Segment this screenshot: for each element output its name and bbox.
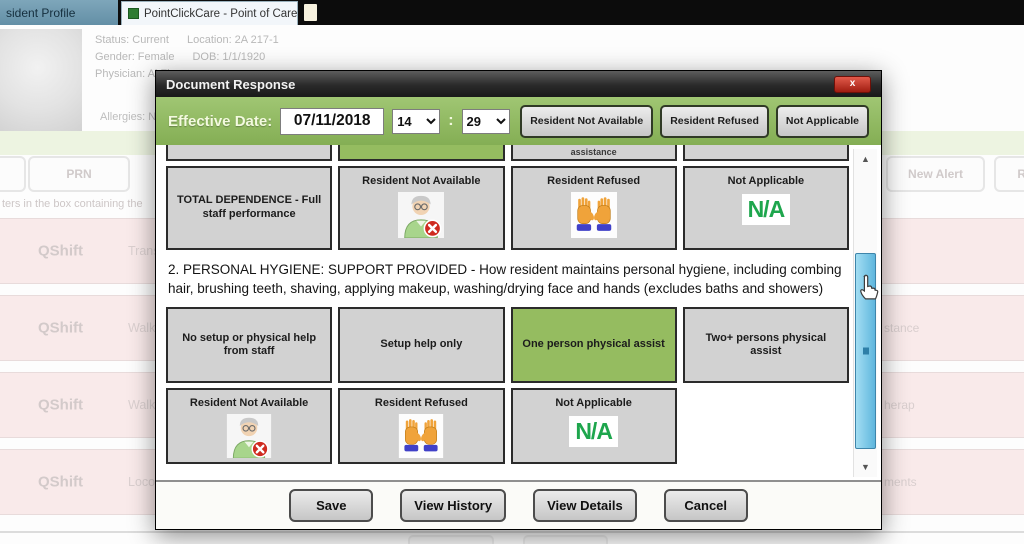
option-resident-refused[interactable]: Resident Refused (511, 166, 677, 250)
resident-location: Location: 2A 217-1 (187, 34, 279, 46)
vertical-scrollbar[interactable]: ▲ ▼ (853, 149, 877, 477)
effective-date-bar: Effective Date: 14 : 29 Resident Not Ava… (156, 97, 881, 145)
resident-not-available-icon (398, 192, 444, 238)
qshift-tag: QShift (38, 397, 83, 414)
option-resident-not-available[interactable]: Resident Not Available (166, 388, 332, 464)
background-ghost-button[interactable] (523, 535, 608, 544)
effective-date-label: Effective Date: (168, 113, 272, 130)
not-applicable-icon: N/A (742, 194, 791, 225)
option-not-applicable[interactable]: Not Applicable N/A (511, 388, 677, 464)
option-label: Not Applicable (555, 397, 632, 411)
view-history-button[interactable]: View History (400, 489, 506, 522)
tab-pointclickcare[interactable]: PointClickCare - Point of Care... × (121, 1, 298, 25)
save-button[interactable]: Save (289, 489, 373, 522)
resident-refused-hands-icon (398, 414, 444, 458)
resident-dob: DOB: 1/1/1920 (192, 51, 265, 63)
option-label: Resident Refused (375, 397, 468, 411)
left-partial-button[interactable] (0, 156, 26, 192)
question1-response-row: TOTAL DEPENDENCE - Full staff performanc… (166, 166, 849, 250)
hint-text: ters in the box containing the (2, 198, 143, 210)
option-label: Resident Not Available (190, 397, 308, 411)
tab-title: PointClickCare - Point of Care... (144, 8, 298, 20)
option-setup-help-only[interactable]: Setup help only (338, 307, 504, 383)
prn-button[interactable]: PRN (28, 156, 130, 192)
close-button[interactable]: x (834, 76, 871, 93)
qshift-tag: QShift (38, 474, 83, 491)
new-alert-button[interactable]: New Alert (886, 156, 985, 192)
browser-tab-bar: sident Profile PointClickCare - Point of… (0, 0, 1024, 25)
background-ghost-button[interactable] (408, 535, 494, 544)
scroll-down-arrow-icon[interactable]: ▼ (854, 460, 877, 474)
view-details-button[interactable]: View Details (533, 489, 637, 522)
row-right-fragment: stance (884, 321, 919, 335)
minute-select[interactable]: 29 (462, 109, 510, 134)
new-tab-button[interactable] (304, 4, 317, 21)
option-two-plus-persons-assist[interactable]: Two+ persons physical assist (683, 307, 849, 383)
resident-refused-button[interactable]: Resident Refused (660, 105, 769, 138)
document-response-dialog: Document Response x Effective Date: 14 :… (155, 70, 882, 530)
qshift-tag: QShift (38, 243, 83, 260)
option-total-dependence[interactable]: TOTAL DEPENDENCE - Full staff performanc… (166, 166, 332, 250)
screen: sident Profile PointClickCare - Point of… (0, 0, 1024, 544)
resident-not-available-icon (226, 414, 272, 458)
option-label: Not Applicable (728, 175, 805, 189)
partial-row-clipped: assistance (166, 145, 849, 161)
row-right-fragment: herap (884, 398, 915, 412)
scroll-up-arrow-icon[interactable]: ▲ (854, 152, 877, 166)
cancel-button[interactable]: Cancel (664, 489, 748, 522)
allergies-label: Allergies: N (100, 111, 156, 123)
background-divider (0, 531, 1024, 533)
effective-date-input[interactable] (280, 108, 384, 135)
resident-photo (0, 29, 82, 131)
resident-refused-hands-icon (571, 192, 617, 238)
dialog-footer: Save View History View Details Cancel (156, 480, 881, 529)
resident-status: Status: Current (95, 34, 169, 46)
tab-resident-profile[interactable]: sident Profile (0, 0, 118, 25)
option-no-setup-help[interactable]: No setup or physical help from staff (166, 307, 332, 383)
question2-response-row2: Resident Not Available Resident Refused … (166, 388, 849, 464)
scroll-viewport: assistance TOTAL DEPENDENCE - Full staff… (166, 145, 849, 480)
header-buttons: Resident Not Available Resident Refused … (520, 105, 869, 138)
option-cell-selected[interactable] (338, 145, 504, 161)
cursor-hand-icon (856, 274, 881, 303)
time-separator: : (448, 112, 453, 130)
qshift-tag: QShift (38, 320, 83, 337)
question2-text: 2. PERSONAL HYGIENE: SUPPORT PROVIDED - … (166, 250, 849, 307)
option-not-applicable[interactable]: Not Applicable N/A (683, 166, 849, 250)
option-resident-refused[interactable]: Resident Refused (338, 388, 504, 464)
question2-response-row1: No setup or physical help from staff Set… (166, 307, 849, 383)
right-partial-button[interactable]: Ra (994, 156, 1024, 192)
option-label: Resident Not Available (362, 175, 480, 189)
dialog-title: Document Response (166, 77, 295, 92)
not-applicable-button[interactable]: Not Applicable (776, 105, 869, 138)
option-label: Resident Refused (547, 175, 640, 189)
not-applicable-icon: N/A (569, 416, 618, 447)
option-cell[interactable]: assistance (511, 145, 677, 161)
resident-not-available-button[interactable]: Resident Not Available (520, 105, 653, 138)
hour-select[interactable]: 14 (392, 109, 440, 134)
option-one-person-assist-selected[interactable]: One person physical assist (511, 307, 677, 383)
option-cell[interactable] (166, 145, 332, 161)
pointclickcare-favicon-icon (128, 8, 139, 19)
option-resident-not-available[interactable]: Resident Not Available (338, 166, 504, 250)
option-cell[interactable] (683, 145, 849, 161)
scrollbar-grip-icon (863, 348, 869, 355)
resident-gender: Gender: Female (95, 51, 174, 63)
empty-cell (683, 388, 849, 464)
dialog-title-bar: Document Response x (156, 71, 881, 97)
row-right-fragment: ments (884, 475, 917, 489)
